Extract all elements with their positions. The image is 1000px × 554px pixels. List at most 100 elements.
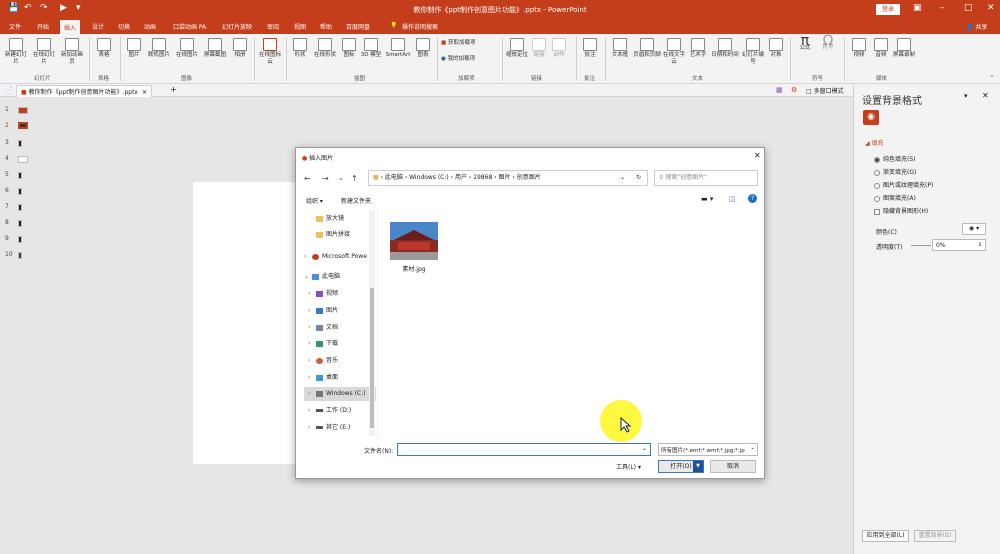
- up-arrow-icon[interactable]: ↑: [351, 174, 358, 183]
- transparency-slider[interactable]: [911, 245, 931, 246]
- tab-file[interactable]: 文件: [9, 22, 21, 31]
- zoom-button[interactable]: 缩放定位: [506, 38, 528, 59]
- tell-me-search[interactable]: 操作说明搜索: [402, 22, 438, 31]
- symbol-button[interactable]: Ω 符号: [818, 34, 838, 52]
- nav-item-work-d[interactable]: › 工作 (D:): [304, 404, 370, 418]
- spinner-icon[interactable]: ↕: [978, 242, 982, 248]
- preview-pane-icon[interactable]: ◫: [729, 195, 736, 203]
- tab-help[interactable]: 帮助: [320, 22, 332, 31]
- tab-baidu-netdisk[interactable]: 百度网盘: [346, 22, 370, 31]
- comment-button[interactable]: 批注: [580, 38, 600, 59]
- online-slide-button[interactable]: 在线幻灯片: [32, 38, 56, 66]
- breadcrumb-item[interactable]: 用户: [455, 174, 467, 181]
- slide-thumbnail[interactable]: [18, 220, 22, 227]
- wordart-button[interactable]: 艺术字: [687, 38, 709, 59]
- open-dropdown-icon[interactable]: ▼: [693, 461, 703, 472]
- address-bar[interactable]: ■ › 此电脑 › Windows (C:) › 用户 › 19868 › 图片…: [368, 170, 648, 186]
- online-picture-button[interactable]: 联机图片: [146, 38, 172, 59]
- action-button[interactable]: 动作: [550, 38, 568, 59]
- slide-canvas[interactable]: [193, 182, 303, 464]
- tab-home[interactable]: 开始: [37, 22, 49, 31]
- slide-thumbnail-selected[interactable]: [18, 122, 28, 129]
- search-field[interactable]: ⚲ 搜索"创意图片": [654, 170, 758, 186]
- new-tab-icon[interactable]: +: [170, 85, 177, 94]
- nav-item-other-e[interactable]: › 其它 (E:): [304, 421, 370, 435]
- pane-close-icon[interactable]: ✕: [982, 91, 989, 100]
- organize-button[interactable]: 组织 ▾: [306, 196, 323, 205]
- chevron-right-icon[interactable]: ›: [308, 404, 316, 418]
- tools-button[interactable]: 工具(L) ▾: [616, 462, 641, 471]
- tab-view[interactable]: 视图: [294, 22, 306, 31]
- nav-item-windows-c[interactable]: › Windows (C:): [304, 387, 376, 401]
- radio-solid-fill[interactable]: 纯色填充(S): [874, 154, 916, 163]
- recent-dropdown-icon[interactable]: ⌄: [338, 174, 344, 182]
- back-arrow-icon[interactable]: ←: [304, 174, 311, 183]
- equation-button[interactable]: π 公式: [795, 34, 815, 52]
- filetype-dropdown-icon[interactable]: ⌄: [750, 445, 755, 451]
- slide-thumbnail[interactable]: [18, 140, 22, 147]
- shapes-button[interactable]: 形状: [290, 38, 310, 59]
- chevron-right-icon[interactable]: ›: [308, 304, 316, 318]
- screenshot-button[interactable]: 屏幕截图: [202, 38, 228, 59]
- settings-gear-icon[interactable]: ⚙: [791, 86, 797, 94]
- nav-scrollbar[interactable]: [369, 210, 375, 436]
- icons-button[interactable]: 图标: [340, 38, 358, 59]
- slide-number-button[interactable]: 幻灯片编号: [741, 38, 765, 66]
- album-button[interactable]: 相册: [230, 38, 250, 59]
- share-button[interactable]: 👤 共享: [966, 22, 987, 31]
- new-slide-button[interactable]: 新建幻灯片: [4, 38, 28, 66]
- new-folder-button[interactable]: 新建文件夹: [341, 196, 371, 205]
- object-button[interactable]: 对象: [767, 38, 785, 59]
- filetype-select[interactable]: 所有图片(*.emf;*.wmf;*.jpg;*.jp ⌄: [658, 443, 758, 456]
- cancel-button[interactable]: 取消: [710, 460, 756, 473]
- chevron-right-icon[interactable]: ›: [304, 250, 312, 264]
- radio-pattern-fill[interactable]: 图案填充(A): [874, 193, 916, 202]
- file-item[interactable]: 素材.jpg: [388, 222, 440, 280]
- forward-arrow-icon[interactable]: →: [322, 174, 329, 183]
- my-addins-button[interactable]: ● 我的加载项: [441, 56, 497, 63]
- close-icon[interactable]: ✕: [987, 3, 995, 13]
- scrollbar-thumb[interactable]: [370, 288, 374, 428]
- slide-thumbnail[interactable]: [18, 188, 22, 195]
- fill-bucket-icon[interactable]: ◉: [863, 110, 879, 125]
- new-anim-page-button[interactable]: 新加动画页: [60, 38, 84, 66]
- breadcrumb-item[interactable]: 19868: [473, 174, 492, 181]
- login-button[interactable]: 登录: [876, 4, 900, 15]
- slide-thumbnail[interactable]: [18, 252, 22, 259]
- chevron-right-icon[interactable]: ›: [308, 337, 316, 351]
- nav-item-pictures[interactable]: › 图片: [304, 304, 370, 318]
- tab-review[interactable]: 审阅: [267, 22, 279, 31]
- tab-pocket-animation[interactable]: 口袋动画 PA: [173, 22, 206, 31]
- nav-item-downloads[interactable]: › 下载: [304, 337, 370, 351]
- slide-thumbnail[interactable]: [18, 204, 22, 211]
- ribbon-options-icon[interactable]: ▣: [913, 3, 922, 13]
- tab-transitions[interactable]: 切换: [118, 22, 130, 31]
- breadcrumb-item[interactable]: Windows (C:): [409, 174, 449, 181]
- tab-design[interactable]: 设计: [92, 22, 104, 31]
- slide-thumbnail[interactable]: [18, 236, 22, 243]
- tab-animations[interactable]: 动画: [144, 22, 156, 31]
- slide-thumbnail[interactable]: [18, 172, 22, 179]
- breadcrumb-item[interactable]: 此电脑: [385, 174, 403, 181]
- radio-picture-fill[interactable]: 图片或纹理填充(P): [874, 180, 933, 189]
- radio-gradient-fill[interactable]: 渐变填充(G): [874, 167, 916, 176]
- chevron-right-icon[interactable]: ›: [308, 371, 316, 385]
- audio-button[interactable]: 音频: [871, 38, 891, 59]
- maximize-icon[interactable]: □: [964, 3, 973, 13]
- chevron-right-icon[interactable]: ›: [308, 321, 316, 335]
- help-icon[interactable]: ?: [748, 194, 757, 203]
- tab-insert[interactable]: 插入: [60, 20, 81, 34]
- model3d-button[interactable]: 3D 模型: [360, 38, 382, 59]
- apply-to-all-button[interactable]: 应用到全部(L): [862, 530, 909, 542]
- chevron-right-icon[interactable]: ›: [308, 421, 316, 435]
- table-button[interactable]: 表格: [93, 38, 115, 59]
- addin-puzzle-icon[interactable]: ▦: [776, 86, 783, 94]
- nav-item-magnifier[interactable]: 放大镜: [304, 212, 370, 226]
- tab-close-icon[interactable]: ✕: [142, 89, 147, 96]
- multi-window-button[interactable]: □ 多窗口模式: [806, 86, 844, 95]
- textbox-button[interactable]: 文本框: [609, 38, 631, 59]
- nav-item-videos[interactable]: › 视频: [304, 287, 370, 301]
- dialog-close-icon[interactable]: ✕: [754, 151, 761, 160]
- fill-section-header[interactable]: ◢ 填充: [865, 138, 884, 147]
- header-footer-button[interactable]: 页眉和页脚: [633, 38, 661, 59]
